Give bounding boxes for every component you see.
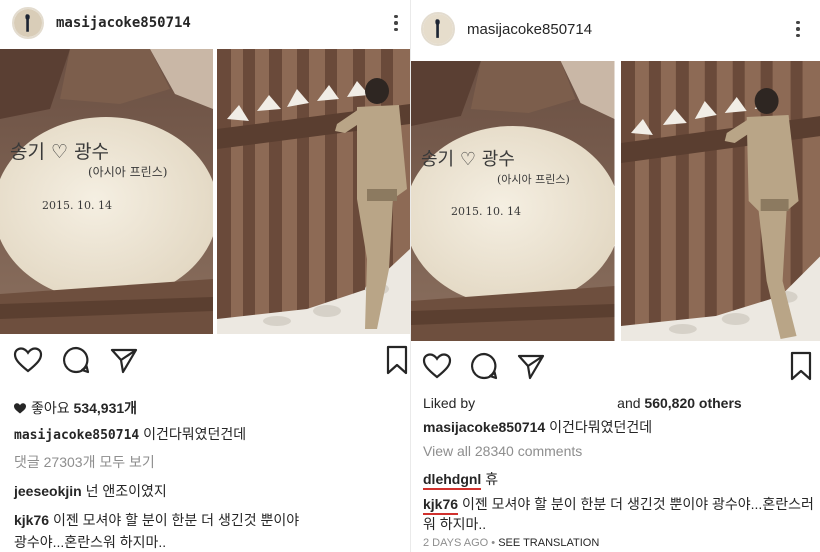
see-translation-link[interactable]: SEE TRANSLATION — [498, 537, 599, 549]
comment-continuation: 워 하지마.. — [423, 516, 487, 532]
comment-text: 휴 — [485, 471, 499, 487]
caption: masijacoke850714 이건다뭐였던건데 — [14, 424, 246, 444]
photo-soldier — [620, 61, 820, 341]
photo-soldier — [217, 49, 410, 334]
and-label: and — [617, 395, 641, 411]
more-options-icon[interactable] — [788, 0, 808, 58]
action-bar — [411, 350, 820, 386]
caption-text: 이건다뭐였던건데 — [549, 419, 653, 435]
timestamp: 2 DAYS AGO — [423, 537, 489, 549]
post-panel-left: masijacoke850714 송기 ♡ 광수 (아시아 프린스) 2015.… — [0, 0, 410, 552]
caption-username[interactable]: masijacoke850714 — [423, 419, 545, 435]
avatar[interactable] — [12, 7, 44, 39]
comment: dlehdgnl 휴 — [423, 469, 499, 490]
comment-icon[interactable] — [60, 344, 92, 376]
more-options-icon[interactable] — [386, 0, 406, 46]
rock-inscription-title: (아시아 프린스) — [88, 165, 168, 179]
avatar[interactable] — [421, 12, 455, 46]
comment: jeeseokjin 넌 앤조이였지 — [14, 481, 167, 501]
comment-continuation: 광수야...혼란스워 하지마.. — [14, 534, 167, 550]
post-header: masijacoke850714 — [411, 0, 820, 58]
comment: kjk76 이젠 모셔야 할 분이 한분 더 생긴것 뿐이야 — [14, 510, 299, 530]
share-icon[interactable] — [515, 350, 547, 382]
comment-username[interactable]: jeeseokjin — [14, 483, 82, 499]
view-all-comments-link[interactable]: 댓글 27303개 모두 보기 — [14, 452, 155, 472]
bookmark-icon[interactable] — [384, 344, 410, 376]
likes-number: 534,931개 — [73, 400, 138, 416]
rock-inscription-date: 2015. 10. 14 — [451, 205, 521, 218]
likes-count[interactable]: 좋아요 534,931개 — [14, 398, 137, 418]
bookmark-icon[interactable] — [788, 350, 814, 382]
rock-inscription-date: 2015. 10. 14 — [42, 199, 112, 212]
liked-by-label: Liked by — [423, 395, 476, 411]
others-count[interactable]: 560,820 others — [644, 395, 741, 411]
separator-dot: • — [491, 537, 496, 549]
post-header: masijacoke850714 — [0, 0, 410, 46]
heart-small-icon — [14, 403, 26, 414]
caption: masijacoke850714 이건다뭐였던건데 — [423, 417, 652, 437]
comment-username[interactable]: dlehdgnl — [423, 471, 482, 490]
liked-by[interactable]: Liked by and 560,820 others — [423, 395, 742, 411]
heart-icon[interactable] — [12, 344, 44, 376]
photo-rock: 송기 ♡ 광수 (아시아 프린스) 2015. 10. 14 — [0, 49, 213, 334]
comment-username[interactable]: kjk76 — [423, 496, 459, 515]
comment: kjk76 이젠 모셔야 할 분이 한분 더 생긴것 뿐이야 광수야...혼란스… — [423, 494, 814, 515]
comment-text: 이젠 모셔야 할 분이 한분 더 생긴것 뿐이야 — [52, 512, 300, 528]
rock-inscription-names: 송기 ♡ 광수 — [421, 149, 515, 170]
caption-username[interactable]: masijacoke850714 — [14, 428, 139, 443]
comment-icon[interactable] — [468, 350, 500, 382]
rock-inscription-names: 송기 ♡ 광수 — [10, 141, 110, 163]
post-panel-right: masijacoke850714 송기 ♡ 광수 (아시아 프린스) 2015.… — [410, 0, 820, 552]
username[interactable]: masijacoke850714 — [56, 15, 191, 31]
view-all-comments-link[interactable]: View all 28340 comments — [423, 443, 582, 459]
username[interactable]: masijacoke850714 — [467, 21, 592, 38]
likes-label: 좋아요 — [31, 400, 70, 416]
photo-strip: 송기 ♡ 광수 (아시아 프린스) 2015. 10. 14 — [411, 61, 820, 341]
rock-inscription-title: (아시아 프린스) — [497, 173, 570, 186]
comment-text: 이젠 모셔야 할 분이 한분 더 생긴것 뿐이야 광수야...혼란스러 — [461, 496, 814, 512]
photo-strip: 송기 ♡ 광수 (아시아 프린스) 2015. 10. 14 — [0, 49, 410, 334]
heart-icon[interactable] — [421, 350, 453, 382]
post-meta: 2 DAYS AGO • SEE TRANSLATION — [423, 537, 599, 549]
comment-text: 넌 앤조이였지 — [85, 483, 167, 499]
share-icon[interactable] — [108, 344, 140, 376]
caption-text: 이건다뭐였던건데 — [143, 426, 247, 442]
comment-username[interactable]: kjk76 — [14, 512, 49, 528]
action-bar — [0, 344, 410, 380]
photo-rock: 송기 ♡ 광수 (아시아 프린스) 2015. 10. 14 — [411, 61, 615, 341]
